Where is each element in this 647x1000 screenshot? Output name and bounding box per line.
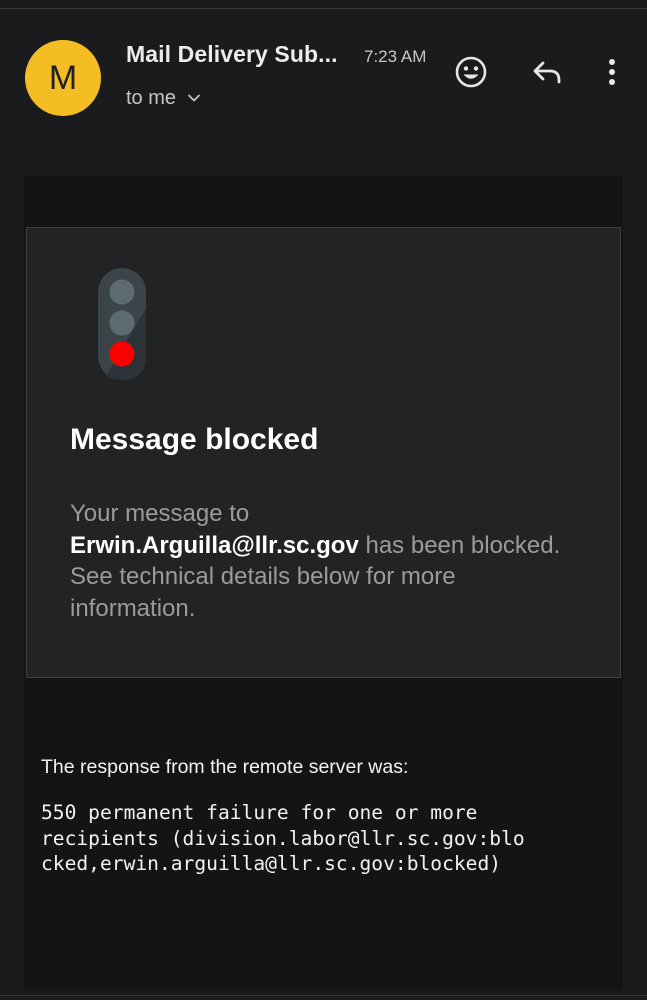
add-reaction-icon (455, 56, 487, 88)
card-title: Message blocked (70, 423, 319, 456)
more-options-button[interactable] (590, 50, 634, 94)
bottom-divider (0, 995, 647, 996)
response-label: The response from the remote server was: (41, 756, 409, 778)
message-time: 7:23 AM (364, 47, 427, 66)
reply-icon (533, 61, 561, 84)
recipient-label: to me (126, 86, 177, 109)
add-reaction-button[interactable] (449, 50, 493, 94)
blocked-recipient-email[interactable]: Erwin.Arguilla@llr.sc.gov (70, 532, 359, 559)
reply-button[interactable] (525, 50, 569, 94)
message-header: M Mail Delivery Sub... 7:23 AM to me (0, 0, 647, 140)
sender-avatar[interactable]: M (25, 40, 101, 116)
traffic-light-icon (98, 268, 146, 380)
description-lead: Your message to (70, 500, 250, 527)
server-response-code: 550 permanent failure for one or more re… (41, 801, 525, 875)
recipient-details-toggle[interactable]: to me (126, 84, 202, 112)
more-vertical-icon (609, 59, 615, 85)
chevron-down-icon (188, 94, 200, 102)
card-description: Your message to Erwin.Arguilla@llr.sc.gov… (70, 498, 570, 624)
sender-name[interactable]: Mail Delivery Sub... (126, 41, 338, 68)
blocked-message-card: Message blocked Your message to Erwin.Arg… (26, 227, 621, 678)
